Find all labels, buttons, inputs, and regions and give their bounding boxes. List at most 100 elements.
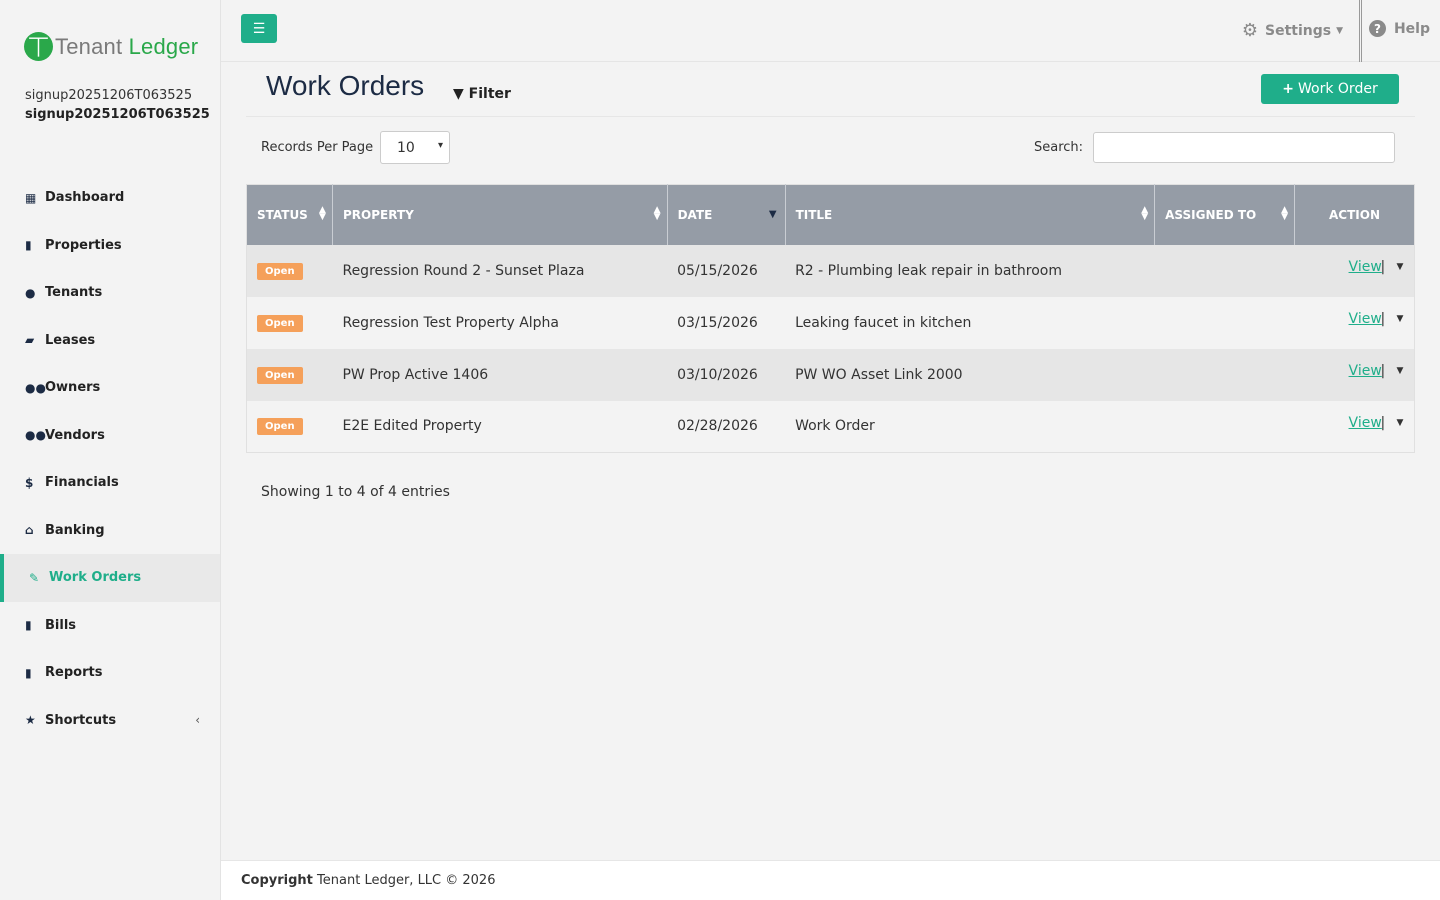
building-icon: ▮ bbox=[25, 238, 32, 253]
table-row: Open Regression Test Property Alpha 03/1… bbox=[246, 296, 1415, 349]
status-badge: Open bbox=[257, 418, 303, 436]
status-badge: Open bbox=[257, 262, 303, 280]
work-orders-table: STATUS ▲ ▼ PROPERTY ▲ ▼ DATE ▼ TITLE ▲ ▼ AS… bbox=[246, 184, 1415, 453]
sidebar-item-properties[interactable]: ▮ Properties bbox=[0, 222, 220, 270]
sidebar-item-dashboard[interactable]: ▦ Dashboard bbox=[0, 174, 220, 222]
caret-down-icon[interactable]: ▼ bbox=[1397, 366, 1404, 376]
cell-date: 03/15/2026 bbox=[677, 314, 758, 331]
star-icon: ★ bbox=[25, 713, 36, 728]
sidebar-item-reports[interactable]: ▮ Reports bbox=[0, 649, 220, 697]
sidebar-item-vendors[interactable]: ●● Vendors bbox=[0, 412, 220, 460]
column-header-title[interactable]: TITLE ▲ ▼ bbox=[785, 184, 1156, 245]
footer: Copyright Tenant Ledger, LLC © 2026 bbox=[221, 860, 1440, 900]
settings-dropdown[interactable]: ⚙ Settings ▼ bbox=[1242, 20, 1343, 41]
plus-icon: + bbox=[1282, 81, 1295, 97]
sort-icon: ▲ ▼ bbox=[1141, 205, 1149, 222]
sidebar-item-label: Leases bbox=[45, 332, 96, 348]
add-work-order-label: Work Order bbox=[1298, 81, 1378, 97]
cell-title: R2 - Plumbing leak repair in bathroom bbox=[795, 262, 1062, 279]
user-account: signup20251206T063525 bbox=[25, 107, 210, 122]
view-link[interactable]: View bbox=[1349, 415, 1382, 431]
sidebar-item-work-orders[interactable]: ✎ Work Orders bbox=[0, 554, 220, 602]
filter-icon: ▼ bbox=[453, 86, 464, 102]
hamburger-icon: ☰ bbox=[252, 20, 266, 37]
caret-down-icon[interactable]: ▼ bbox=[1397, 418, 1404, 428]
column-header-assigned-to[interactable]: ASSIGNED TO ▲ ▼ bbox=[1154, 184, 1296, 245]
topbar-divider bbox=[1359, 0, 1362, 62]
cell-assigned-to bbox=[1155, 245, 1295, 297]
view-link[interactable]: View bbox=[1349, 363, 1382, 379]
logo-icon: ⏉ bbox=[24, 32, 53, 61]
caret-down-icon[interactable]: ▼ bbox=[1397, 314, 1404, 324]
dashboard-icon: ▦ bbox=[25, 190, 37, 205]
footer-text: Tenant Ledger, LLC © 2026 bbox=[312, 873, 496, 888]
sidebar-item-financials[interactable]: $ Financials bbox=[0, 459, 220, 507]
file-icon: ▮ bbox=[25, 665, 32, 680]
brand-name-part1: Tenant bbox=[55, 33, 123, 59]
sidebar-item-owners[interactable]: ●● Owners bbox=[0, 364, 220, 412]
cell-assigned-to bbox=[1155, 297, 1295, 349]
cell-property: Regression Test Property Alpha bbox=[342, 314, 560, 331]
search-label: Search: bbox=[1034, 140, 1084, 155]
sidebar-item-tenants[interactable]: ● Tenants bbox=[0, 269, 220, 317]
table-row: Open Regression Round 2 - Sunset Plaza 0… bbox=[246, 244, 1415, 297]
brand-logo[interactable]: ⏉ Tenant Ledger bbox=[24, 32, 198, 61]
column-header-date[interactable]: DATE ▼ bbox=[667, 184, 786, 245]
dollar-icon: $ bbox=[25, 475, 34, 490]
help-link[interactable]: ? Help bbox=[1368, 20, 1430, 37]
users-icon: ●● bbox=[25, 380, 46, 395]
settings-label: Settings bbox=[1264, 22, 1332, 39]
cell-date: 02/28/2026 bbox=[677, 418, 758, 435]
sidebar-item-label: Banking bbox=[45, 522, 105, 538]
sidebar-item-label: Reports bbox=[45, 665, 103, 681]
sidebar-nav: ▦ Dashboard ▮ Properties ● Tenants ▰ Lea… bbox=[0, 174, 220, 744]
sidebar-item-label: Tenants bbox=[45, 285, 103, 301]
gear-icon: ⚙ bbox=[1241, 20, 1258, 41]
sidebar-item-bills[interactable]: ▮ Bills bbox=[0, 602, 220, 650]
chevron-left-icon[interactable]: ‹ bbox=[195, 713, 200, 727]
search-input[interactable] bbox=[1093, 132, 1395, 163]
cell-property: Regression Round 2 - Sunset Plaza bbox=[342, 262, 585, 279]
top-bar: ☰ ⚙ Settings ▼ ? Help bbox=[221, 0, 1440, 62]
sort-desc-icon: ▼ bbox=[768, 209, 777, 220]
column-header-status[interactable]: STATUS ▲ ▼ bbox=[246, 184, 333, 245]
sidebar-item-banking[interactable]: ⌂ Banking bbox=[0, 507, 220, 555]
filter-button[interactable]: ▼ Filter bbox=[453, 86, 511, 102]
question-icon: ? bbox=[1368, 20, 1386, 37]
sidebar-item-label: Bills bbox=[45, 617, 77, 633]
sidebar-item-label: Properties bbox=[45, 237, 122, 253]
folder-icon: ▰ bbox=[25, 333, 35, 348]
add-work-order-button[interactable]: + Work Order bbox=[1261, 74, 1399, 104]
sidebar-item-label: Vendors bbox=[45, 427, 105, 443]
sidebar-item-leases[interactable]: ▰ Leases bbox=[0, 317, 220, 365]
sort-icon: ▲ ▼ bbox=[653, 205, 661, 222]
page-title: Work Orders bbox=[266, 70, 425, 101]
edit-icon: ✎ bbox=[29, 570, 40, 585]
column-header-property[interactable]: PROPERTY ▲ ▼ bbox=[332, 184, 668, 245]
menu-toggle-button[interactable]: ☰ bbox=[241, 14, 277, 43]
users-icon: ●● bbox=[25, 428, 46, 443]
sort-icon: ▲ ▼ bbox=[319, 205, 326, 222]
sidebar-item-shortcuts[interactable]: ★ Shortcuts ‹ bbox=[0, 697, 220, 745]
cell-title: PW WO Asset Link 2000 bbox=[795, 366, 963, 383]
pagination-info: Showing 1 to 4 of 4 entries bbox=[261, 484, 450, 500]
status-badge: Open bbox=[257, 366, 303, 384]
caret-down-icon[interactable]: ▼ bbox=[1397, 262, 1404, 272]
sidebar-item-label: Shortcuts bbox=[45, 712, 117, 728]
sidebar-item-label: Work Orders bbox=[49, 570, 142, 586]
sidebar-item-label: Financials bbox=[45, 475, 119, 491]
table-row: Open E2E Edited Property 02/28/2026 Work… bbox=[246, 400, 1415, 453]
cell-property: E2E Edited Property bbox=[342, 418, 482, 435]
sort-icon: ▲ ▼ bbox=[1281, 205, 1289, 222]
caret-down-icon: ▼ bbox=[1336, 25, 1343, 36]
view-link[interactable]: View bbox=[1349, 259, 1382, 275]
brand-name-part2: Ledger bbox=[128, 33, 199, 59]
cell-property: PW Prop Active 1406 bbox=[342, 366, 489, 383]
user-icon: ● bbox=[25, 285, 36, 300]
bank-icon: ⌂ bbox=[25, 523, 34, 538]
records-per-page-select[interactable]: 10 ▾ bbox=[380, 131, 450, 164]
view-link[interactable]: View bbox=[1349, 311, 1382, 327]
table-row: Open PW Prop Active 1406 03/10/2026 PW W… bbox=[246, 348, 1415, 401]
cell-date: 05/15/2026 bbox=[677, 262, 758, 279]
column-header-action: ACTION bbox=[1294, 184, 1415, 245]
